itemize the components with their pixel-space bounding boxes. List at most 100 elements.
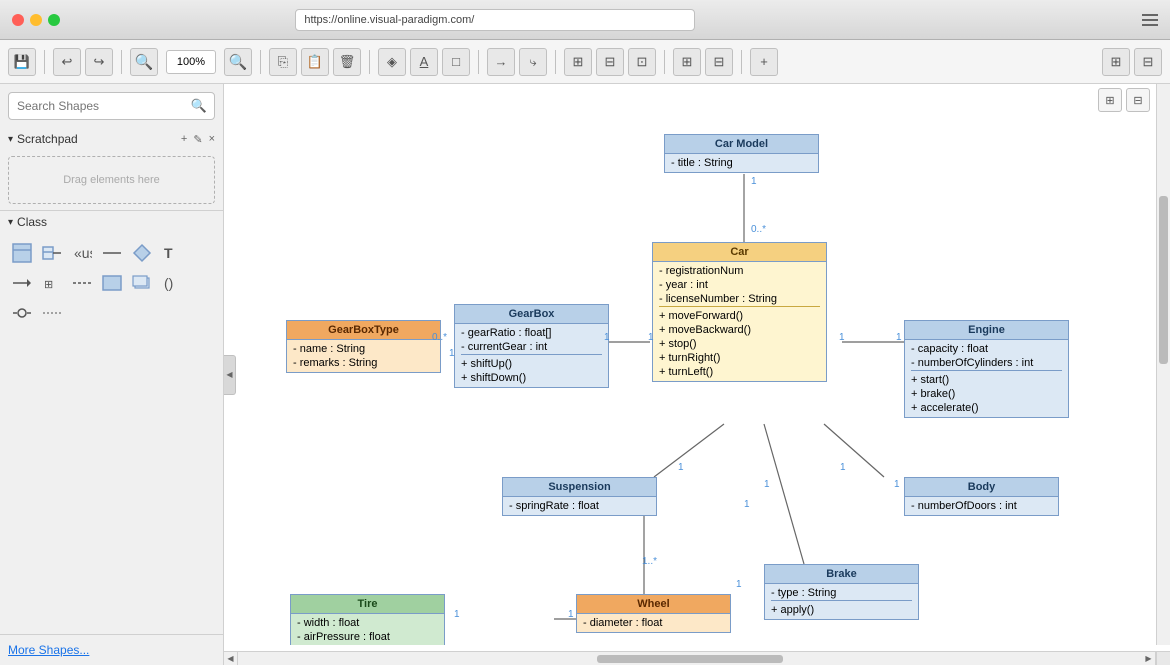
scratchpad-add-icon[interactable]: + [181, 133, 187, 146]
zoom-in-button[interactable]: 🔍 [224, 48, 252, 76]
divider6 [555, 50, 556, 74]
class-section: ▾ Class «us» [0, 210, 223, 333]
mult-engine-1a: 1 [839, 332, 845, 343]
line-color-button[interactable]: A [410, 48, 438, 76]
horizontal-scrollbar[interactable]: ◀ ▶ [224, 651, 1156, 665]
class-gearboxtype[interactable]: GearBoxType - name : String - remarks : … [286, 320, 441, 373]
scratchpad-dropzone: Drag elements here [8, 156, 215, 204]
shape-arrow-right[interactable] [8, 269, 36, 297]
scroll-left-arrow[interactable]: ◀ [224, 652, 238, 665]
shape-diamond[interactable] [128, 239, 156, 267]
save-button[interactable]: 💾 [8, 48, 36, 76]
mult-suspension-1: 1 [678, 462, 684, 473]
connector-style-button[interactable]: ⤷ [519, 48, 547, 76]
car-model-header: Car Model [665, 135, 818, 154]
fill-color-button[interactable]: ◈ [378, 48, 406, 76]
url-bar[interactable]: https://online.visual-paradigm.com/ [295, 9, 695, 31]
shape-connector2[interactable]: ⊞ [38, 269, 66, 297]
menu-button[interactable] [1142, 14, 1158, 26]
more-shapes-link[interactable]: More Shapes... [0, 634, 223, 665]
class-car[interactable]: Car - registrationNum - year : int - lic… [652, 242, 827, 382]
engine-attr-2: - numberOfCylinders : int [911, 356, 1062, 370]
shape-rect-filled[interactable] [98, 269, 126, 297]
left-panel-toggle[interactable]: ◀ [224, 355, 236, 395]
car-header: Car [653, 243, 826, 262]
undo-button[interactable]: ↩ [53, 48, 81, 76]
gearbox-header: GearBox [455, 305, 608, 324]
engine-method-2: + brake() [911, 387, 1062, 401]
class-tire[interactable]: Tire - width : float - airPressure : flo… [290, 594, 445, 645]
mult-body-1a: 1 [840, 462, 846, 473]
divider3 [260, 50, 261, 74]
maximize-button[interactable] [48, 14, 60, 26]
car-body: - registrationNum - year : int - license… [653, 262, 826, 381]
shape-dotted[interactable] [68, 269, 96, 297]
class-wheel[interactable]: Wheel - diameter : float [576, 594, 731, 633]
brake-body: - type : String + apply() [765, 584, 918, 619]
toggle-panel-button[interactable]: ⊟ [1126, 88, 1150, 112]
align-button[interactable]: ⊟ [596, 48, 624, 76]
copy-button[interactable]: ⎘ [269, 48, 297, 76]
mult-suspension-1star: 1..* [642, 556, 657, 567]
add-button[interactable]: + [750, 48, 778, 76]
gearbox-method-2: + shiftDown() [461, 371, 602, 385]
zoom-out-button[interactable]: 🔍 [130, 48, 158, 76]
toolbar: 💾 ↩ ↪ 🔍 🔍 ⎘ 📋 🗑 ◈ A □ → ⤷ ⊞ ⊟ ⊡ ⊞ ⊟ + ⊞ … [0, 40, 1170, 84]
scratchpad-close-icon[interactable]: × [209, 133, 215, 146]
arrange-button[interactable]: ⊞ [673, 48, 701, 76]
shape-style-button[interactable]: □ [442, 48, 470, 76]
vertical-scroll-thumb[interactable] [1159, 196, 1168, 364]
car-model-body: - title : String [665, 154, 818, 172]
shape-dot[interactable] [8, 299, 36, 327]
search-input[interactable] [8, 92, 215, 120]
scroll-right-arrow[interactable]: ▶ [1142, 652, 1156, 665]
canvas-inner: Car Model - title : String Car - registr… [224, 84, 1170, 645]
close-button[interactable] [12, 14, 24, 26]
scratchpad-edit-icon[interactable]: ✎ [193, 133, 202, 146]
distribute-button[interactable]: ⊟ [705, 48, 733, 76]
zoom-input[interactable] [166, 50, 216, 74]
shape-bracket[interactable]: () [158, 269, 186, 297]
shape-dashed-line[interactable] [38, 299, 66, 327]
shape-class[interactable] [8, 239, 36, 267]
vertical-scrollbar[interactable] [1156, 84, 1170, 645]
shape-note[interactable]: «us» [68, 239, 96, 267]
car-method-5: + turnLeft() [659, 365, 820, 379]
connector-button[interactable]: → [487, 48, 515, 76]
shape-association[interactable] [38, 239, 66, 267]
brake-attr-1: - type : String [771, 586, 912, 600]
class-car-model[interactable]: Car Model - title : String [664, 134, 819, 173]
search-box: 🔍 [8, 92, 215, 120]
mult-wheel-brake-1: 1 [764, 479, 770, 490]
traffic-lights [12, 14, 60, 26]
view-toggle-1[interactable]: ⊞ [1102, 48, 1130, 76]
mult-gearboxtype-1: 1 [449, 348, 455, 359]
class-header: ▾ Class [0, 211, 223, 233]
titlebar: https://online.visual-paradigm.com/ [0, 0, 1170, 40]
class-brake[interactable]: Brake - type : String + apply() [764, 564, 919, 620]
shape-line[interactable] [98, 239, 126, 267]
gearboxtype-attr-1: - name : String [293, 342, 434, 356]
class-gearbox[interactable]: GearBox - gearRatio : float[] - currentG… [454, 304, 609, 388]
redo-button[interactable]: ↪ [85, 48, 113, 76]
tire-attr-2: - airPressure : float [297, 630, 438, 644]
minimize-button[interactable] [30, 14, 42, 26]
canvas-area[interactable]: ◀ ⊞ ⊟ [224, 84, 1170, 665]
horizontal-scroll-thumb[interactable] [597, 655, 783, 663]
scratchpad-header: ▾ Scratchpad + ✎ × [0, 128, 223, 150]
class-body[interactable]: Body - numberOfDoors : int [904, 477, 1059, 516]
shape-stacked[interactable] [128, 269, 156, 297]
zoom-control [162, 50, 220, 74]
paste-button[interactable]: 📋 [301, 48, 329, 76]
shape-text[interactable]: T [158, 239, 186, 267]
view-toggle-2[interactable]: ⊟ [1134, 48, 1162, 76]
fit-page-button[interactable]: ⊞ [1098, 88, 1122, 112]
mult-wheel-car-1: 1 [744, 499, 750, 510]
delete-button[interactable]: 🗑 [333, 48, 361, 76]
group-button[interactable]: ⊡ [628, 48, 656, 76]
layout-button[interactable]: ⊞ [564, 48, 592, 76]
car-method-4: + turnRight() [659, 351, 820, 365]
class-engine[interactable]: Engine - capacity : float - numberOfCyli… [904, 320, 1069, 418]
search-icon: 🔍 [191, 98, 207, 114]
class-suspension[interactable]: Suspension - springRate : float [502, 477, 657, 516]
